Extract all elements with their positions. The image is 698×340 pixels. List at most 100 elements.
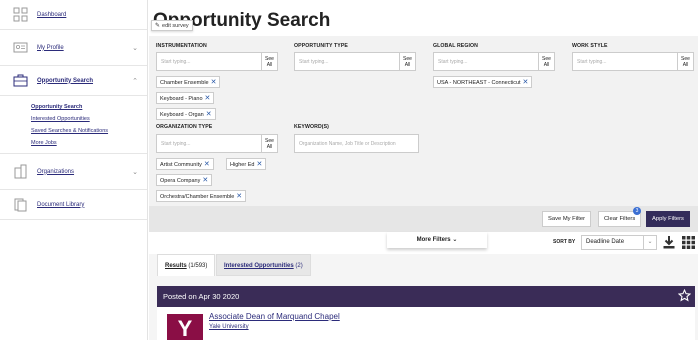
chip-opera-company: Opera Company ✕: [156, 174, 213, 186]
opportunity-type-label: OPPORTUNITY TYPE: [294, 43, 348, 49]
sort-value: Deadline Date: [586, 239, 625, 245]
sidebar-item-label: My Profile: [37, 44, 64, 51]
sidebar: Dashboard My Profile ⌄ Opportunity Searc…: [0, 0, 148, 340]
global-region-input[interactable]: Start typing... See All: [433, 52, 555, 71]
briefcase-icon: [13, 74, 28, 87]
filter-count-badge: 3: [633, 207, 641, 215]
work-style-see-all-button[interactable]: See All: [677, 53, 693, 70]
instrumentation-see-all-button[interactable]: See All: [261, 53, 277, 70]
more-filters-label: More Filters: [416, 237, 451, 243]
sort-row: More Filters ⌄ SORT BY Deadline Date ⌄: [149, 232, 698, 254]
work-style-placeholder: Start typing...: [577, 59, 607, 65]
work-style-label: WORK STYLE: [572, 43, 608, 49]
dashboard-icon: [13, 7, 28, 22]
title-row: Opportunity Search ✎ edit survey: [149, 6, 698, 36]
sidebar-item-dashboard[interactable]: Dashboard: [0, 0, 147, 30]
tab-results[interactable]: Results (1/593): [157, 254, 216, 276]
main-content: Opportunity Search ✎ edit survey INSTRUME…: [149, 0, 698, 340]
chip-label: Keyboard - Piano: [160, 96, 203, 102]
close-icon[interactable]: ✕: [211, 79, 217, 86]
tab-results-label: Results: [165, 263, 187, 269]
tab-interested-count: (2): [295, 263, 303, 269]
posted-date: Posted on Apr 30 2020: [163, 292, 240, 301]
close-icon[interactable]: ✕: [523, 79, 529, 86]
chip-label: Higher Ed: [230, 162, 255, 168]
more-filters-button[interactable]: More Filters ⌄: [387, 232, 487, 248]
opportunity-type-see-all-button[interactable]: See All: [399, 53, 415, 70]
sidebar-item-label: Opportunity Search: [37, 77, 94, 84]
edit-survey-label: edit survey: [162, 23, 189, 29]
sidebar-submenu: Opportunity Search Interested Opportunit…: [0, 96, 147, 154]
chip-label: USA - NORTHEAST - Connecticut: [437, 80, 521, 86]
work-style-input[interactable]: Start typing... See All: [572, 52, 694, 71]
building-icon: [14, 164, 27, 179]
sidebar-subitem-saved-searches[interactable]: Saved Searches & Notifications: [31, 125, 147, 137]
sidebar-item-opportunity-search[interactable]: Opportunity Search ⌃: [0, 66, 147, 96]
sidebar-item-label: Dashboard: [37, 11, 67, 18]
tab-results-count: (1/593): [188, 263, 208, 269]
sort-by-label: SORT BY: [553, 239, 576, 245]
global-region-placeholder: Start typing...: [438, 59, 468, 65]
close-icon[interactable]: ✕: [205, 95, 211, 102]
sidebar-subitem-opportunity-search[interactable]: Opportunity Search: [31, 101, 147, 113]
close-icon[interactable]: ✕: [202, 177, 208, 184]
sidebar-item-document-library[interactable]: Document Library: [0, 190, 147, 220]
keywords-label: KEYWORD(S): [294, 124, 330, 130]
close-icon[interactable]: ✕: [256, 161, 262, 168]
organization-type-see-all-button[interactable]: See All: [261, 135, 277, 152]
filter-panel: INSTRUMENTATION Start typing... See All …: [149, 36, 698, 206]
chevron-down-icon: ⌄: [452, 237, 458, 243]
job-title-link[interactable]: Associate Dean of Marquand Chapel: [209, 312, 340, 321]
chip-label: Chamber Ensemble: [160, 80, 209, 86]
organization-type-input[interactable]: Start typing... See All: [156, 134, 278, 153]
organization-type-label: ORGANIZATION TYPE: [156, 124, 213, 130]
grid-view-icon[interactable]: [682, 236, 695, 249]
organization-type-placeholder: Start typing...: [161, 141, 191, 147]
chevron-down-icon[interactable]: ⌄: [132, 168, 138, 176]
edit-survey-button[interactable]: ✎ edit survey: [151, 20, 193, 31]
instrumentation-label: INSTRUMENTATION: [156, 43, 207, 49]
close-icon[interactable]: ✕: [206, 111, 212, 118]
profile-card-icon: [13, 42, 28, 53]
global-region-see-all-button[interactable]: See All: [538, 53, 554, 70]
apply-filters-button[interactable]: Apply Filters: [646, 211, 690, 227]
chip-higher-ed: Higher Ed ✕: [226, 158, 267, 170]
chip-artist-community: Artist Community ✕: [156, 158, 214, 170]
global-region-label: GLOBAL REGION: [433, 43, 479, 49]
job-organization-link[interactable]: Yale University: [209, 324, 249, 330]
chip-keyboard-piano: Keyboard - Piano ✕: [156, 92, 215, 104]
tab-interested-label: Interested Opportunities: [224, 263, 294, 269]
chip-label: Artist Community: [160, 162, 202, 168]
sort-select[interactable]: Deadline Date ⌄: [581, 235, 657, 250]
chip-orchestra-chamber-ensemble: Orchestra/Chamber Ensemble ✕: [156, 190, 247, 202]
edit-icon: ✎: [155, 23, 161, 29]
sidebar-item-label: Organizations: [37, 168, 75, 175]
opportunity-type-input[interactable]: Start typing... See All: [294, 52, 416, 71]
star-icon[interactable]: [678, 289, 691, 302]
documents-icon: [14, 198, 27, 212]
chip-chamber-ensemble: Chamber Ensemble ✕: [156, 76, 221, 88]
download-icon[interactable]: [663, 235, 675, 249]
chip-label: Keyboard - Organ: [160, 112, 204, 118]
close-icon[interactable]: ✕: [204, 161, 210, 168]
chip-label: Orchestra/Chamber Ensemble: [160, 194, 235, 200]
filter-actions-bar: Save My Filter Clear Filters Apply Filte…: [149, 206, 698, 232]
job-card: Y Associate Dean of Marquand Chapel Yale…: [157, 307, 695, 340]
opportunity-type-placeholder: Start typing...: [299, 59, 329, 65]
instrumentation-placeholder: Start typing...: [161, 59, 191, 65]
sidebar-subitem-more-jobs[interactable]: More Jobs: [31, 137, 147, 149]
chevron-down-icon[interactable]: ⌄: [132, 44, 138, 52]
save-filter-button[interactable]: Save My Filter: [542, 211, 592, 227]
close-icon[interactable]: ✕: [236, 193, 242, 200]
sidebar-item-my-profile[interactable]: My Profile ⌄: [0, 30, 147, 66]
instrumentation-input[interactable]: Start typing... See All: [156, 52, 278, 71]
chip-label: Opera Company: [160, 178, 201, 184]
chevron-down-icon: ⌄: [643, 236, 656, 249]
sidebar-subitem-interested-opportunities[interactable]: Interested Opportunities: [31, 113, 147, 125]
sidebar-item-label: Document Library: [37, 201, 85, 208]
sidebar-item-organizations[interactable]: Organizations ⌄: [0, 154, 147, 190]
keywords-input[interactable]: Organization Name, Job Title or Descript…: [294, 134, 419, 153]
chevron-up-icon[interactable]: ⌃: [132, 77, 138, 85]
results-panel: Results (1/593) Interested Opportunities…: [149, 254, 698, 340]
tab-interested-opportunities[interactable]: Interested Opportunities (2): [216, 254, 311, 276]
